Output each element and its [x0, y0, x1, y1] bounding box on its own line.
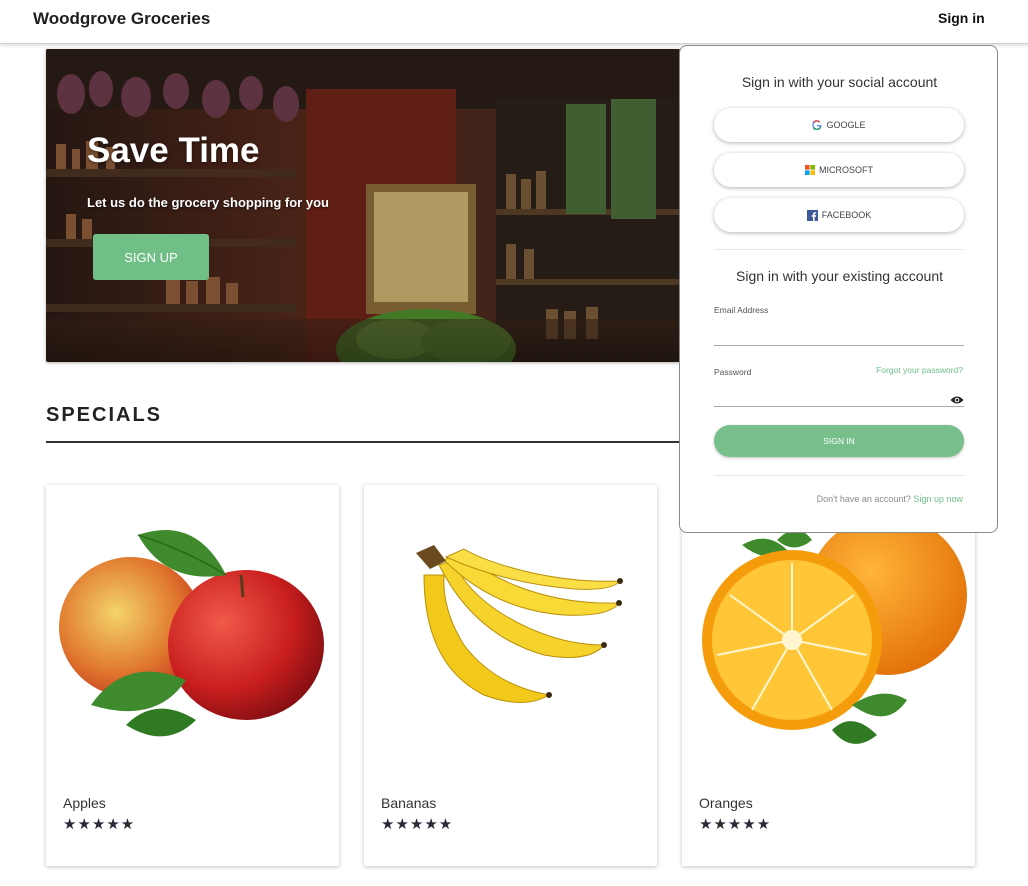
product-card-bananas[interactable]: Bananas ★★★★★ — [364, 485, 657, 866]
google-icon — [812, 120, 823, 130]
specials-heading: SPECIALS — [46, 404, 163, 426]
panel-divider — [714, 249, 964, 250]
sign-up-now-link[interactable]: Sign up now — [913, 494, 963, 504]
hero-subtitle: Let us do the grocery shopping for you — [87, 195, 329, 210]
top-bar: Woodgrove Groceries Sign in — [0, 0, 1028, 44]
sign-up-button[interactable]: SIGN UP — [93, 234, 209, 280]
sign-in-panel: Sign in with your social account GOOGLE … — [679, 45, 998, 533]
microsoft-icon — [805, 165, 815, 175]
social-signin-heading: Sign in with your social account — [741, 74, 938, 90]
product-name[interactable]: Bananas — [381, 795, 436, 811]
forgot-password-link[interactable]: Forgot your password? — [876, 365, 963, 375]
no-account-text: Don't have an account? — [816, 494, 911, 504]
google-label: GOOGLE — [826, 120, 866, 130]
sign-up-prompt: Don't have an account? Sign up now — [817, 494, 963, 504]
star-rating: ★★★★★ — [63, 816, 136, 833]
product-name[interactable]: Apples — [63, 795, 106, 811]
password-field[interactable] — [714, 387, 964, 407]
hero-title: Save Time — [87, 131, 260, 170]
microsoft-label: MICROSOFT — [819, 165, 873, 175]
facebook-label: FACEBOOK — [821, 210, 872, 220]
product-card-apples[interactable]: Apples ★★★★★ — [46, 485, 339, 866]
email-label: Email Address — [714, 305, 769, 315]
product-name[interactable]: Oranges — [699, 795, 753, 811]
local-signin-heading: Sign in with your existing account — [736, 268, 943, 284]
email-field[interactable] — [714, 326, 964, 346]
sign-in-link[interactable]: Sign in — [938, 10, 985, 26]
show-password-icon[interactable] — [950, 395, 964, 405]
google-signin-button[interactable]: GOOGLE — [714, 108, 964, 142]
orange-image — [702, 515, 967, 744]
brand-name[interactable]: Woodgrove Groceries — [33, 9, 210, 29]
product-card-oranges[interactable]: Oranges ★★★★★ — [682, 485, 975, 866]
facebook-signin-button[interactable]: FACEBOOK — [714, 198, 964, 232]
facebook-icon — [806, 209, 818, 221]
microsoft-signin-button[interactable]: MICROSOFT — [714, 153, 964, 187]
star-rating: ★★★★★ — [381, 816, 454, 833]
sign-in-button[interactable]: SIGN IN — [714, 425, 964, 457]
star-rating: ★★★★★ — [699, 816, 772, 833]
hero-banner: Save Time Let us do the grocery shopping… — [46, 49, 680, 362]
apple-image — [59, 530, 324, 737]
specials-divider — [46, 441, 686, 443]
password-label: Password — [714, 367, 752, 377]
panel-divider — [714, 475, 964, 476]
banana-image — [416, 545, 623, 703]
